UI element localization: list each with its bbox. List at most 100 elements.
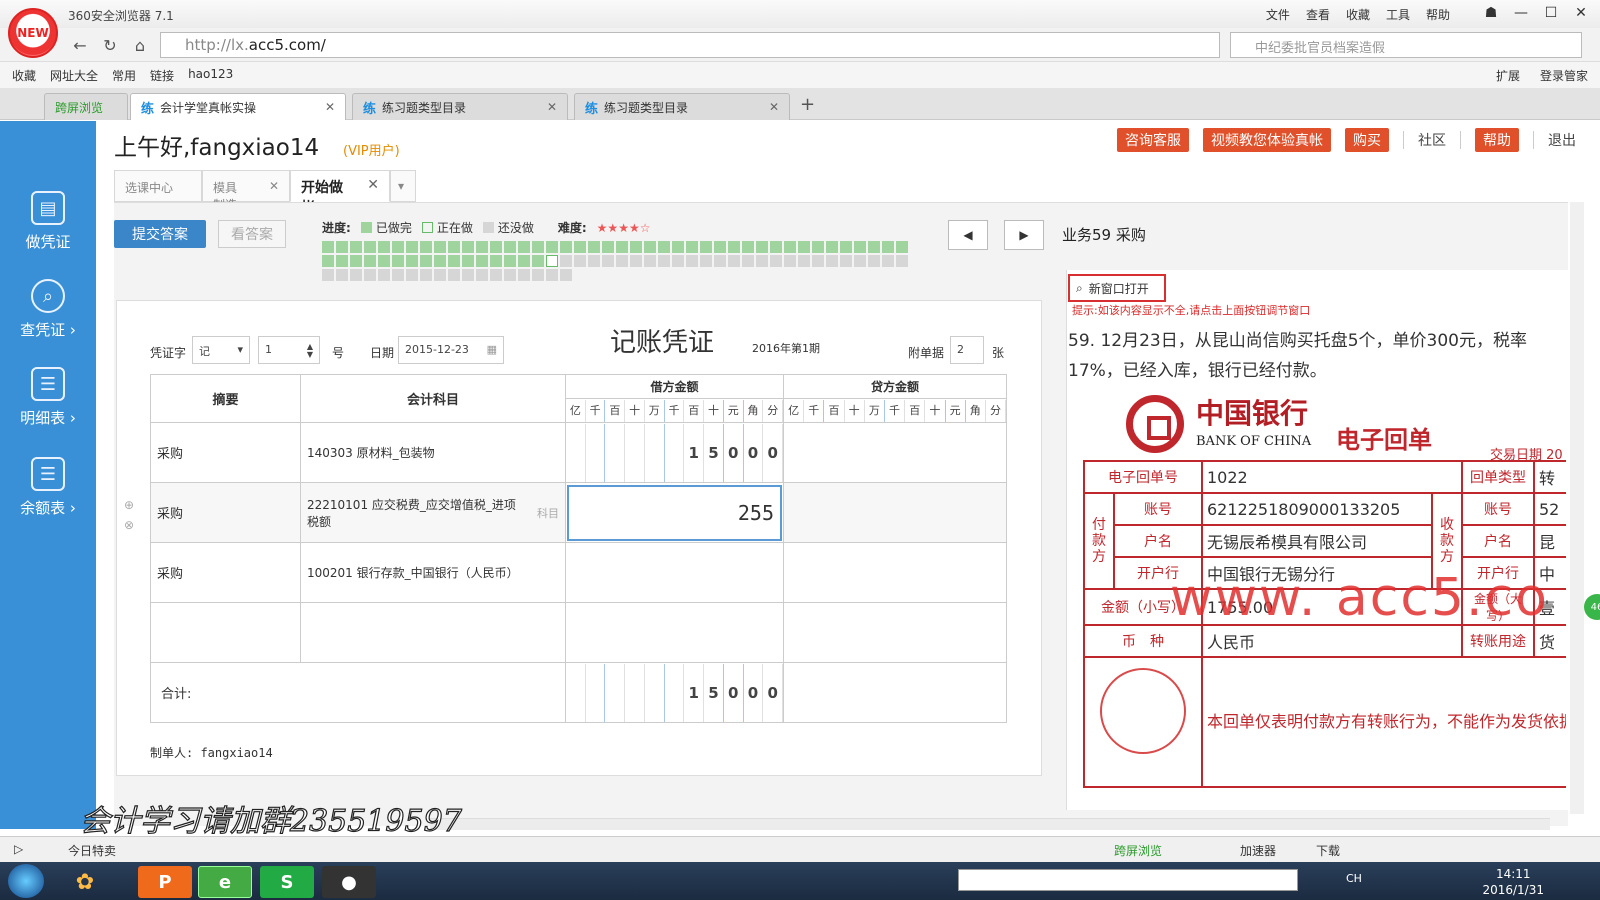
- progress-cell[interactable]: [854, 241, 866, 253]
- progress-cell[interactable]: [882, 255, 894, 267]
- row-summary[interactable]: 采购: [150, 422, 301, 483]
- tab-close-icon[interactable]: ✕: [769, 100, 779, 114]
- menu-file[interactable]: 文件: [1266, 6, 1290, 23]
- progress-cell[interactable]: [700, 241, 712, 253]
- progress-cell[interactable]: [560, 241, 572, 253]
- tab-exercise-catalog[interactable]: 练练习题类型目录 ✕: [352, 93, 568, 120]
- progress-cell[interactable]: [462, 241, 474, 253]
- fav-item[interactable]: hao123: [188, 67, 233, 83]
- tab-close-icon[interactable]: ✕: [547, 100, 557, 114]
- row-debit[interactable]: [565, 542, 784, 603]
- progress-cell[interactable]: [392, 255, 404, 267]
- tab-cross-screen[interactable]: 跨屏浏览: [44, 93, 128, 120]
- sidebar-item-detail[interactable]: ☰ 明细表 ›: [0, 361, 96, 441]
- progress-cell[interactable]: [686, 255, 698, 267]
- progress-cell[interactable]: [490, 269, 502, 281]
- progress-cell[interactable]: [350, 269, 362, 281]
- row-account[interactable]: 22210101 应交税费_应交增值税_进项税额 科目: [300, 482, 566, 543]
- progress-cell[interactable]: [406, 241, 418, 253]
- status-cross-screen[interactable]: 跨屏浏览: [1114, 842, 1162, 859]
- progress-cell[interactable]: [574, 255, 586, 267]
- lang-indicator[interactable]: CH: [1346, 872, 1362, 885]
- progress-cell[interactable]: [686, 241, 698, 253]
- progress-cell[interactable]: [546, 255, 558, 267]
- status-download[interactable]: 下载: [1316, 842, 1340, 859]
- vertical-scrollbar[interactable]: [1570, 202, 1584, 814]
- consult-button[interactable]: 咨询客服: [1117, 128, 1189, 152]
- progress-cell[interactable]: [560, 269, 572, 281]
- row-summary[interactable]: [150, 602, 301, 663]
- tab-accounting-practice[interactable]: 练会计学堂真帐实操 ✕: [130, 93, 346, 120]
- submit-answer-button[interactable]: 提交答案: [114, 220, 206, 248]
- progress-cell[interactable]: [756, 241, 768, 253]
- tab-dropdown-icon[interactable]: ▾: [390, 170, 416, 202]
- progress-cell[interactable]: [322, 255, 334, 267]
- progress-cell[interactable]: [630, 241, 642, 253]
- progress-cell[interactable]: [616, 255, 628, 267]
- progress-cell[interactable]: [364, 241, 376, 253]
- sidebar-item-check-voucher[interactable]: ⌕ 查凭证 ›: [0, 273, 96, 353]
- progress-cell[interactable]: [364, 255, 376, 267]
- progress-cell[interactable]: [714, 241, 726, 253]
- progress-cell[interactable]: [868, 255, 880, 267]
- start-button-icon[interactable]: [8, 864, 44, 898]
- community-link[interactable]: 社区: [1418, 130, 1446, 150]
- refresh-icon[interactable]: ↻: [98, 34, 122, 56]
- progress-cell[interactable]: [420, 241, 432, 253]
- progress-cell[interactable]: [532, 241, 544, 253]
- recorder-app-icon[interactable]: ●: [322, 866, 376, 898]
- progress-cell[interactable]: [518, 255, 530, 267]
- progress-cell[interactable]: [882, 241, 894, 253]
- tab-mold-making[interactable]: 模具制造 ✕: [202, 170, 290, 212]
- progress-cell[interactable]: [602, 255, 614, 267]
- login-manager-button[interactable]: 登录管家: [1540, 67, 1588, 83]
- progress-cell[interactable]: [896, 255, 908, 267]
- row-debit[interactable]: [565, 602, 784, 663]
- browser-logo-icon[interactable]: NEW: [8, 8, 58, 58]
- progress-cell[interactable]: [812, 241, 824, 253]
- progress-cell[interactable]: [644, 241, 656, 253]
- progress-cell[interactable]: [742, 255, 754, 267]
- daily-sale-link[interactable]: 今日特卖: [68, 842, 116, 859]
- progress-cell[interactable]: [756, 255, 768, 267]
- progress-cell[interactable]: [854, 255, 866, 267]
- progress-cell[interactable]: [378, 269, 390, 281]
- sidebar-item-balance[interactable]: ☰ 余额表 ›: [0, 451, 96, 531]
- progress-cell[interactable]: [798, 255, 810, 267]
- row-account[interactable]: [300, 602, 566, 663]
- row-credit[interactable]: [783, 422, 1007, 483]
- row-debit[interactable]: 15000: [565, 422, 784, 483]
- logout-link[interactable]: 退出: [1548, 130, 1576, 150]
- stepper-arrows-icon[interactable]: ▲ ▼: [307, 343, 313, 359]
- progress-cell[interactable]: [672, 255, 684, 267]
- row-credit[interactable]: [783, 602, 1007, 663]
- progress-cell[interactable]: [462, 255, 474, 267]
- progress-cell[interactable]: [700, 255, 712, 267]
- progress-cell[interactable]: [728, 241, 740, 253]
- progress-cell[interactable]: [532, 269, 544, 281]
- voucher-zi-select[interactable]: 记 ▾: [192, 336, 250, 364]
- progress-cell[interactable]: [336, 269, 348, 281]
- progress-cell[interactable]: [826, 255, 838, 267]
- progress-cell[interactable]: [770, 241, 782, 253]
- progress-cell[interactable]: [420, 255, 432, 267]
- progress-cell[interactable]: [350, 241, 362, 253]
- progress-cell[interactable]: [434, 241, 446, 253]
- home-icon[interactable]: ⌂: [128, 34, 152, 56]
- calendar-icon[interactable]: ▦: [487, 343, 497, 356]
- progress-cell[interactable]: [616, 241, 628, 253]
- taskbar-search-input[interactable]: [958, 869, 1298, 891]
- row-credit[interactable]: [783, 542, 1007, 603]
- row-account[interactable]: 100201 银行存款_中国银行（人民币）: [300, 542, 566, 603]
- progress-cell[interactable]: [826, 241, 838, 253]
- progress-cell[interactable]: [672, 241, 684, 253]
- progress-cell[interactable]: [490, 241, 502, 253]
- sheet-app-icon[interactable]: S: [260, 866, 314, 898]
- progress-cell[interactable]: [630, 255, 642, 267]
- app-icon[interactable]: ✿: [58, 866, 112, 898]
- menu-help[interactable]: 帮助: [1426, 6, 1450, 23]
- progress-cell[interactable]: [448, 241, 460, 253]
- progress-cell[interactable]: [588, 241, 600, 253]
- row-account[interactable]: 140303 原材料_包装物: [300, 422, 566, 483]
- progress-cell[interactable]: [448, 269, 460, 281]
